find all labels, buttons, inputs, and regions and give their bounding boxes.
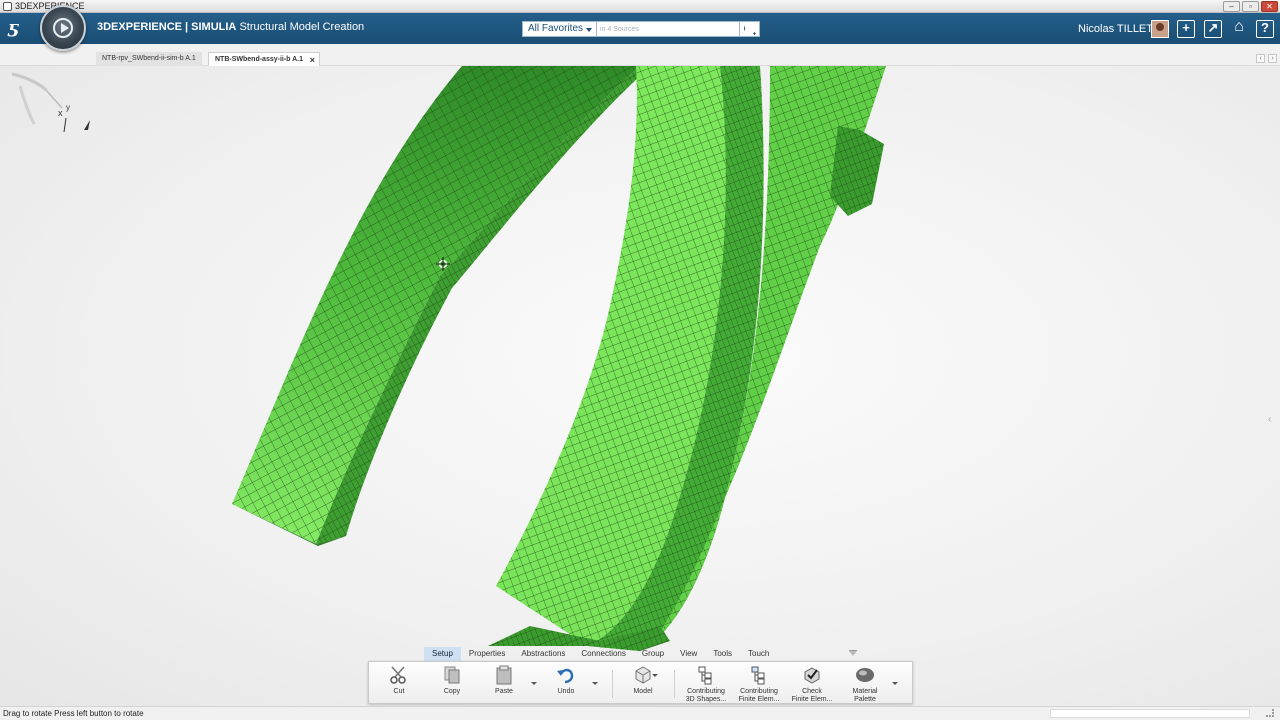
app-icon xyxy=(3,2,12,11)
mesh-view xyxy=(232,66,886,651)
collapse-icon[interactable] xyxy=(849,650,857,656)
svg-text:y: y xyxy=(66,103,70,112)
material-dropdown-icon[interactable] xyxy=(892,682,898,685)
3d-viewport[interactable]: x y ‹ xyxy=(0,66,1280,706)
tab-setup[interactable]: Setup xyxy=(424,647,461,661)
tab-label: NTB-rpv_SWbend-ii-sim-b A.1 xyxy=(102,55,196,62)
document-tab-bar: NTB-rpv_SWbend-ii-sim-b A.1 NTB-SWbend-a… xyxy=(0,44,1280,66)
contributing-finite-elements-button[interactable]: Contributing Finite Elem... xyxy=(734,665,784,703)
window-title-bar: 3DEXPERIENCE – ▫ ✕ xyxy=(0,0,1280,13)
separator xyxy=(612,670,613,698)
contributing-3d-shapes-button[interactable]: Contributing 3D Shapes... xyxy=(681,665,731,703)
model-icon xyxy=(635,666,651,684)
check-finite-elements-button[interactable]: Check Finite Elem... xyxy=(787,665,837,703)
tab-assy[interactable]: NTB-SWbend-assy-ii-b A.1 × xyxy=(208,52,321,67)
app-name: Structural Model Creation xyxy=(239,21,365,33)
check-finite-elements-label-2: Finite Elem... xyxy=(791,696,833,703)
action-bar-tabs: Setup Properties Abstractions Connection… xyxy=(424,647,857,661)
paste-button[interactable]: Paste xyxy=(479,665,529,703)
undo-dropdown-icon[interactable] xyxy=(592,682,598,685)
model-label: Model xyxy=(633,688,653,695)
undo-label: Undo xyxy=(557,688,575,695)
undo-icon xyxy=(557,668,574,684)
compass-widget[interactable] xyxy=(40,5,86,51)
contributing-3d-shapes-label-2: 3D Shapes... xyxy=(685,696,727,703)
action-bar: Cut Copy Paste Undo Model Contributing 3… xyxy=(368,661,913,704)
contributing-finite-elements-label-2: Finite Elem... xyxy=(738,696,780,703)
tab-properties[interactable]: Properties xyxy=(461,647,513,661)
paste-icon xyxy=(496,665,512,685)
avatar[interactable] xyxy=(1151,20,1169,38)
status-text: Drag to rotate Press left button to rota… xyxy=(3,709,144,718)
contributing-shapes-icon xyxy=(698,666,712,685)
tab-view[interactable]: View xyxy=(672,647,705,661)
search-input[interactable] xyxy=(597,21,740,37)
search-scope-label: All Favorites xyxy=(528,23,584,34)
material-palette-label-1: Material xyxy=(852,688,878,695)
app-title: 3DEXPERIENCE | SIMULIA Structural Model … xyxy=(97,21,364,33)
paste-label: Paste xyxy=(495,688,513,695)
tab-sim[interactable]: NTB-rpv_SWbend-ii-sim-b A.1 xyxy=(96,52,202,66)
close-button[interactable]: ✕ xyxy=(1261,1,1278,12)
share-icon[interactable]: ↗ xyxy=(1204,20,1222,38)
tab-label: NTB-SWbend-assy-ii-b A.1 xyxy=(215,56,304,63)
contributing-finite-elements-label-1: Contributing xyxy=(740,688,778,695)
cut-label: Cut xyxy=(393,688,405,695)
dassault-logo-icon: ƽ xyxy=(8,18,18,38)
app-header: ƽ 3DEXPERIENCE | SIMULIA Structural Mode… xyxy=(0,13,1280,44)
model-button[interactable]: Model xyxy=(618,665,668,703)
tab-touch[interactable]: Touch xyxy=(740,647,777,661)
home-icon[interactable]: ⌂ xyxy=(1230,19,1248,38)
contributing-3d-shapes-label-1: Contributing xyxy=(687,688,725,695)
model-dropdown-icon[interactable] xyxy=(652,674,658,677)
search-scope-dropdown[interactable]: All Favorites xyxy=(522,21,597,37)
material-palette-label-2: Palette xyxy=(854,696,876,703)
scissors-icon xyxy=(390,666,406,684)
brand-label: 3DEXPERIENCE | SIMULIA xyxy=(97,21,237,33)
material-palette-icon xyxy=(856,668,874,682)
minimize-button[interactable]: – xyxy=(1223,1,1240,12)
copy-icon xyxy=(444,666,460,684)
chevron-down-icon xyxy=(586,28,592,32)
user-name[interactable]: Nicolas TILLET xyxy=(1078,23,1153,35)
tab-scroll-left-icon[interactable]: ‹ xyxy=(1256,54,1265,63)
resize-grip-icon[interactable] xyxy=(1266,709,1274,717)
side-panel-handle-icon[interactable]: ‹ xyxy=(1268,414,1276,426)
window-controls: – ▫ ✕ xyxy=(1223,1,1278,12)
status-bar: Drag to rotate Press left button to rota… xyxy=(0,706,1280,720)
separator xyxy=(674,670,675,698)
add-icon[interactable]: + xyxy=(1177,20,1195,38)
contributing-finite-elements-icon xyxy=(751,666,765,685)
tab-scroll-right-icon[interactable]: › xyxy=(1268,54,1277,63)
tab-abstractions[interactable]: Abstractions xyxy=(513,647,573,661)
cut-button[interactable]: Cut xyxy=(374,665,424,703)
svg-text:x: x xyxy=(58,108,63,118)
tab-group[interactable]: Group xyxy=(634,647,672,661)
status-field xyxy=(1050,709,1250,718)
help-icon[interactable]: ? xyxy=(1256,20,1274,38)
search-bar: All Favorites xyxy=(522,21,760,37)
check-finite-elements-icon xyxy=(804,667,820,684)
copy-label: Copy xyxy=(443,688,461,695)
tab-connections[interactable]: Connections xyxy=(573,647,633,661)
undo-button[interactable]: Undo xyxy=(541,665,591,703)
tab-tools[interactable]: Tools xyxy=(705,647,740,661)
check-finite-elements-label-1: Check xyxy=(802,688,822,695)
paste-dropdown-icon[interactable] xyxy=(531,682,537,685)
close-icon[interactable]: × xyxy=(310,53,315,67)
material-palette-button[interactable]: Material Palette xyxy=(840,665,890,703)
maximize-button[interactable]: ▫ xyxy=(1242,1,1259,12)
play-icon xyxy=(53,18,73,38)
copy-button[interactable]: Copy xyxy=(427,665,477,703)
axis-triad-icon[interactable]: x y xyxy=(0,66,100,136)
